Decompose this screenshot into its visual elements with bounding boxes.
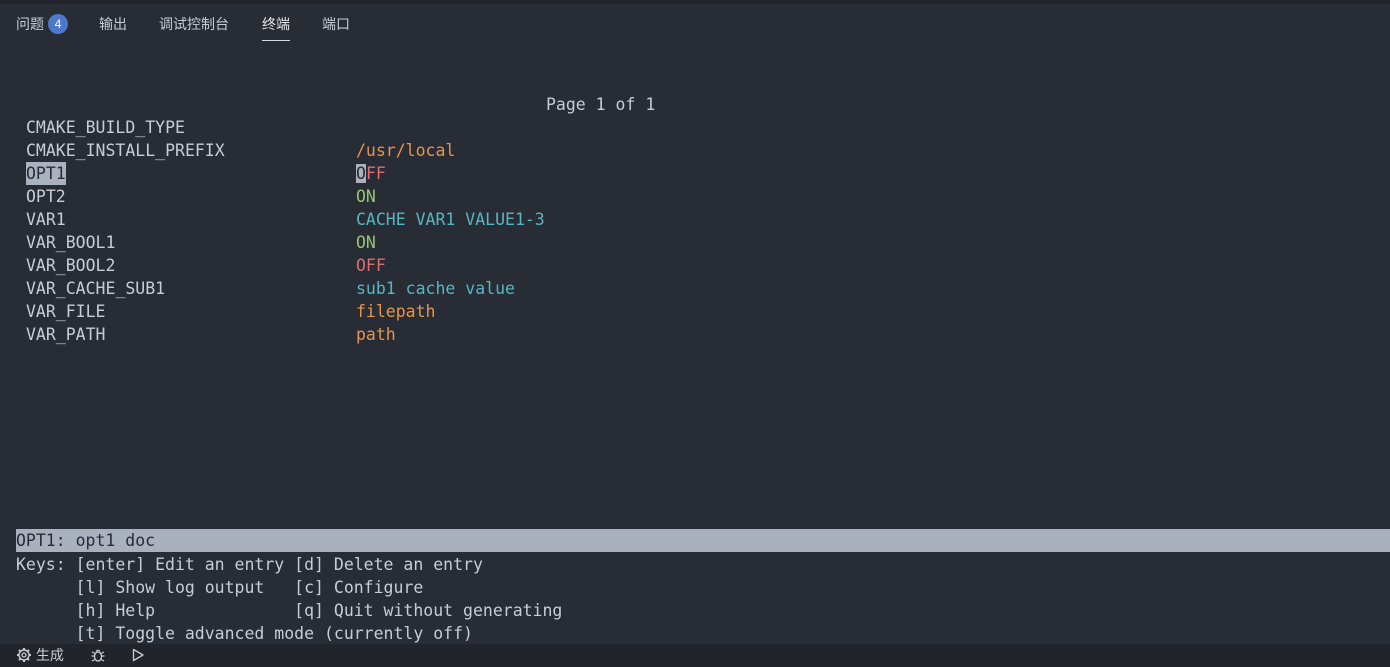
status-bar: 生成 [0,644,1390,667]
entry-value: filepath [356,302,436,321]
entry-value-selected: OFF [356,162,386,185]
entry-value: ON [356,233,376,252]
keys-help-line: [h] Help [q] Quit without generating [16,601,563,620]
build-button[interactable]: 生成 [16,644,64,667]
keys-help-line: [l] Show log output [c] Configure [16,578,424,597]
entry-name[interactable]: VAR1 [26,208,66,231]
tab-problems[interactable]: 问题 4 [16,4,68,44]
terminal-cursor: O [356,164,366,183]
entry-name[interactable]: VAR_PATH [26,323,105,346]
bug-icon [90,647,106,663]
gear-icon [16,647,32,663]
entry-name[interactable]: VAR_FILE [26,300,105,323]
tab-debug-console[interactable]: 调试控制台 [159,4,229,44]
build-label: 生成 [35,647,64,663]
terminal-area[interactable]: Page 1 of 1 CMAKE_BUILD_TYPE CMAKE_INSTA… [0,44,1390,644]
entry-value: sub1 cache value [356,279,515,298]
tab-terminal-label: 终端 [262,16,290,32]
keys-help-line: [t] Toggle advanced mode (currently off) [16,624,473,643]
entry-name[interactable]: OPT2 [26,185,66,208]
problems-count-badge: 4 [48,14,68,35]
entry-value: /usr/local [356,141,456,160]
debug-button[interactable] [90,644,106,667]
entry-name[interactable]: CMAKE_INSTALL_PREFIX [26,139,225,162]
entry-value-rest: FF [365,164,386,183]
keys-help-line: Keys: [enter] Edit an entry [d] Delete a… [16,555,483,574]
play-icon [130,647,146,663]
entry-value: path [356,325,396,344]
entry-value: ON [356,187,376,206]
entry-value: OFF [356,256,386,275]
entry-value: CACHE VAR1 VALUE1-3 [356,210,545,229]
entry-name[interactable]: VAR_BOOL1 [26,231,115,254]
entry-name-selected[interactable]: OPT1 [26,162,66,185]
tab-ports-label: 端口 [322,16,350,32]
entry-doc-status-line: OPT1: opt1 doc [16,529,1390,552]
tab-terminal[interactable]: 终端 [262,4,290,44]
tab-problems-label: 问题 [16,16,44,32]
run-button[interactable] [130,644,146,667]
page-indicator: Page 1 of 1 [546,95,656,114]
tab-ports[interactable]: 端口 [322,4,350,44]
tab-debug-console-label: 调试控制台 [159,16,229,32]
entry-name[interactable]: CMAKE_BUILD_TYPE [26,116,185,139]
panel-tab-bar: 问题 4 输出 调试控制台 终端 端口 [0,4,1390,44]
tab-output-label: 输出 [99,16,127,32]
tab-output[interactable]: 输出 [99,4,127,44]
entry-name[interactable]: VAR_BOOL2 [26,254,115,277]
entry-name[interactable]: VAR_CACHE_SUB1 [26,277,165,300]
